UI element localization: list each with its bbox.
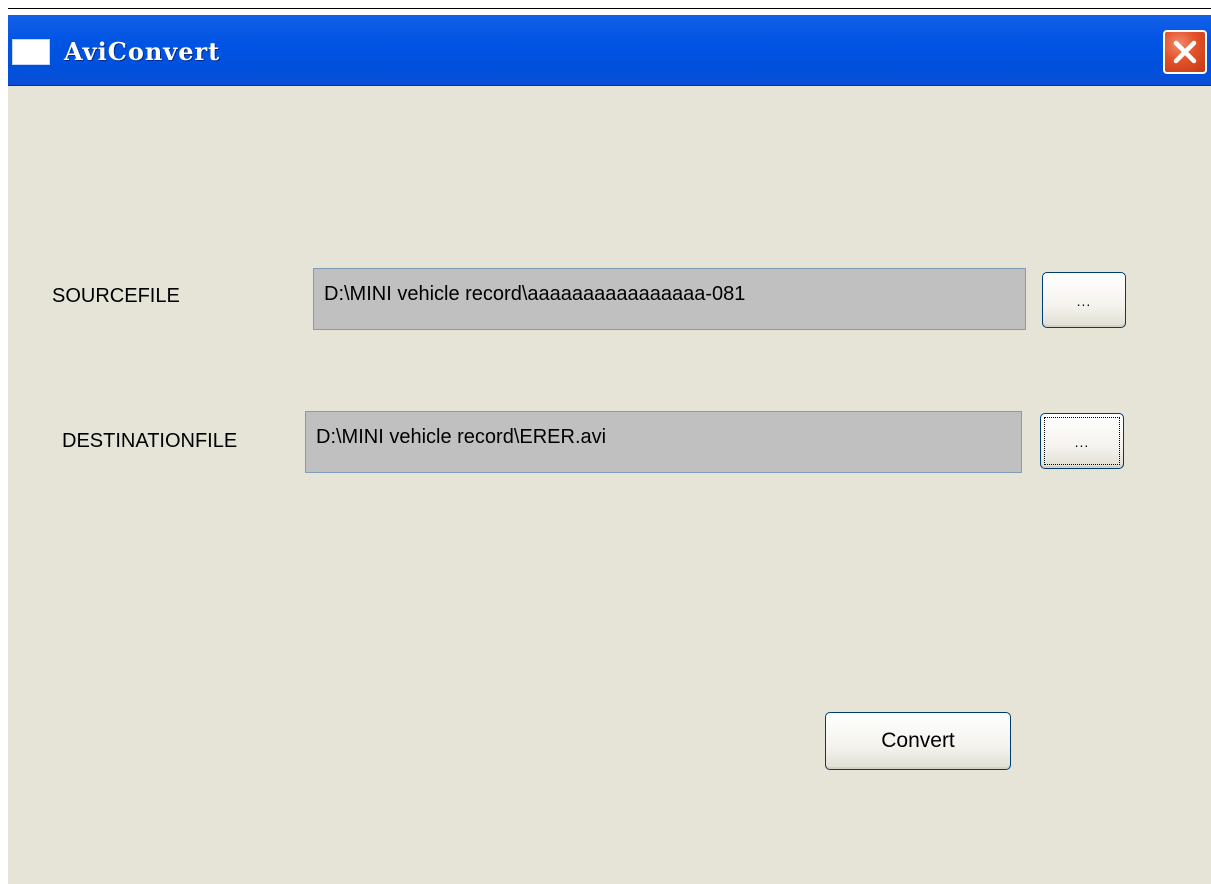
convert-button[interactable]: Convert (825, 712, 1011, 770)
close-button[interactable] (1163, 30, 1207, 74)
window-icon (12, 39, 50, 65)
title-bar[interactable]: AviConvert (8, 9, 1211, 86)
source-browse-button[interactable]: ... (1042, 272, 1126, 328)
source-file-field[interactable]: D:\MINI vehicle record\aaaaaaaaaaaaaaaa-… (313, 268, 1026, 330)
source-file-label: SOURCEFILE (52, 285, 180, 307)
app-window: AviConvert SOURCEFILE D:\MINI vehicle re… (8, 8, 1211, 884)
title-bar-edge (8, 9, 1211, 15)
convert-button-label: Convert (881, 729, 955, 752)
close-icon (1173, 40, 1197, 64)
destination-browse-button[interactable]: ... (1040, 413, 1124, 469)
source-browse-label: ... (1076, 293, 1092, 309)
window-title: AviConvert (64, 37, 221, 66)
destination-file-label: DESTINATIONFILE (62, 430, 238, 452)
destination-file-field[interactable]: D:\MINI vehicle record\ERER.avi (305, 411, 1022, 473)
focus-ring (1044, 417, 1120, 465)
